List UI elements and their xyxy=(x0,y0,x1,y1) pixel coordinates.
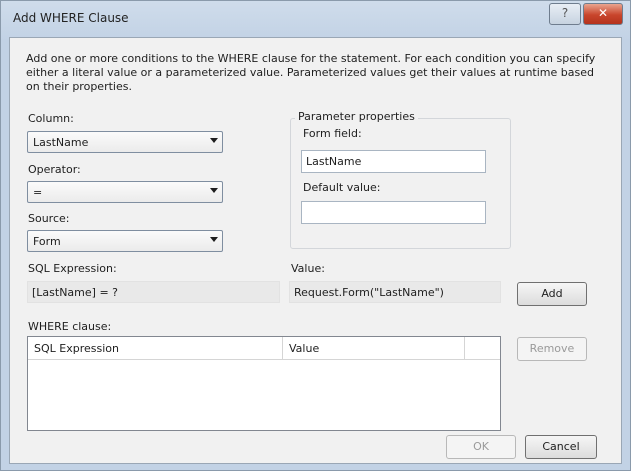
remove-button[interactable]: Remove xyxy=(517,337,587,361)
column-header-label: Value xyxy=(289,342,320,355)
ok-button[interactable]: OK xyxy=(446,435,516,459)
chevron-down-icon xyxy=(210,188,218,193)
form-field-label: Form field: xyxy=(303,127,362,140)
form-field-input[interactable]: LastName xyxy=(301,150,486,173)
sql-expression-label: SQL Expression: xyxy=(28,262,117,275)
help-button[interactable]: ? xyxy=(549,3,581,25)
default-value-input[interactable] xyxy=(301,201,486,224)
source-dropdown[interactable]: Form xyxy=(27,230,223,252)
close-icon: ✕ xyxy=(597,6,609,20)
dialog-body: Add one or more conditions to the WHERE … xyxy=(9,37,622,464)
sql-expression-value: [LastName] = ? xyxy=(32,286,118,299)
column-header-value[interactable]: Value xyxy=(283,337,465,359)
value-label: Value: xyxy=(291,262,325,275)
parameter-properties-title: Parameter properties xyxy=(295,110,418,123)
column-label: Column: xyxy=(28,112,74,125)
where-clause-list[interactable]: SQL Expression Value xyxy=(27,336,501,431)
operator-label: Operator: xyxy=(28,163,81,176)
cancel-button[interactable]: Cancel xyxy=(525,435,597,459)
source-value: Form xyxy=(33,235,61,248)
value-text: Request.Form("LastName") xyxy=(294,286,444,299)
source-label: Source: xyxy=(28,212,70,225)
column-header-sql-expression[interactable]: SQL Expression xyxy=(28,337,283,359)
chevron-down-icon xyxy=(210,138,218,143)
column-header-label: SQL Expression xyxy=(34,342,119,355)
column-dropdown[interactable]: LastName xyxy=(27,131,223,153)
form-field-value: LastName xyxy=(306,155,362,168)
value-field: Request.Form("LastName") xyxy=(289,281,501,303)
description-text: Add one or more conditions to the WHERE … xyxy=(26,52,596,93)
help-icon: ? xyxy=(561,6,569,20)
window-title: Add WHERE Clause xyxy=(13,11,129,25)
list-header: SQL Expression Value xyxy=(28,337,500,360)
title-bar[interactable]: Add WHERE Clause ? ✕ xyxy=(1,1,630,37)
operator-dropdown[interactable]: = xyxy=(27,181,223,203)
operator-value: = xyxy=(33,186,43,199)
chevron-down-icon xyxy=(210,237,218,242)
add-button[interactable]: Add xyxy=(517,282,587,306)
sql-expression-field: [LastName] = ? xyxy=(27,281,280,303)
where-clause-label: WHERE clause: xyxy=(28,320,112,333)
dialog-window: Add WHERE Clause ? ✕ Add one or more con… xyxy=(0,0,631,471)
column-value: LastName xyxy=(33,136,89,149)
close-button[interactable]: ✕ xyxy=(583,3,623,25)
default-value-label: Default value: xyxy=(303,181,381,194)
